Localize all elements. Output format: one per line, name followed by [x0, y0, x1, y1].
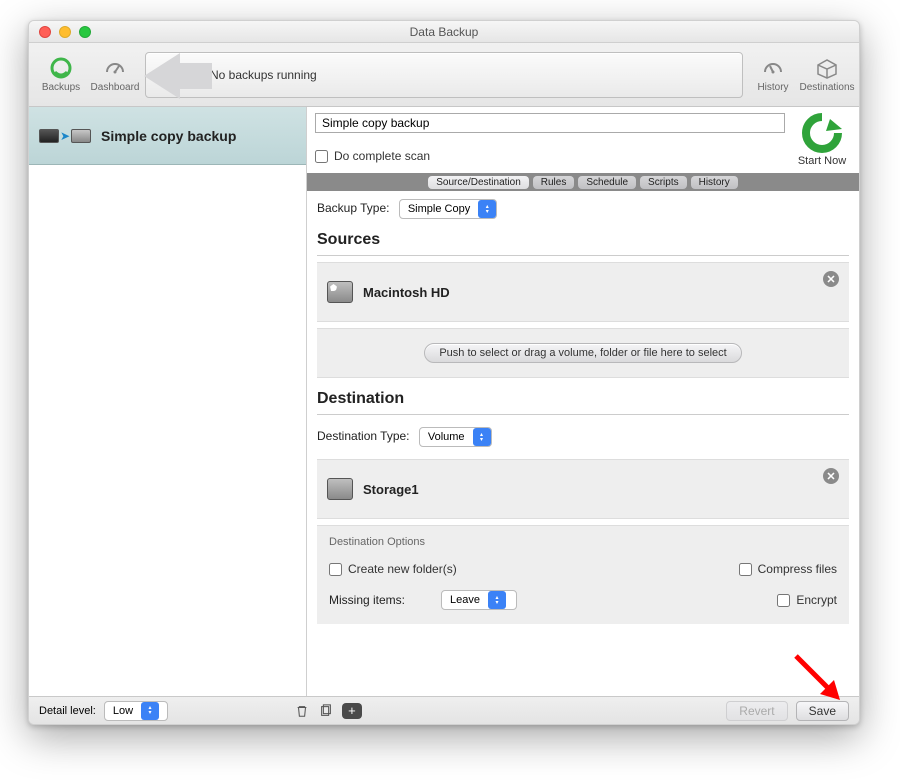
destination-type-select[interactable]: Volume [419, 427, 492, 447]
drive-icon [71, 129, 91, 143]
destination-type-label: Destination Type: [317, 429, 410, 443]
divider [317, 255, 849, 256]
main-panel: Do complete scan Start Now Source/Destin… [307, 107, 859, 696]
destinations-tab-button[interactable]: Destinations [803, 48, 851, 102]
create-folders-row: Create new folder(s) [329, 562, 457, 576]
backups-icon [49, 56, 73, 80]
tab-rules[interactable]: Rules [533, 176, 575, 189]
create-folders-label: Create new folder(s) [348, 562, 457, 576]
hdd-icon [327, 281, 353, 303]
source-destination-panel: Backup Type: Simple Copy Sources Macinto… [307, 191, 859, 696]
destination-options: Destination Options Create new folder(s)… [317, 525, 849, 624]
encrypt-row: Encrypt [777, 593, 837, 607]
duplicate-button[interactable] [318, 703, 334, 719]
copy-icon [319, 704, 333, 718]
destination-type-row: Destination Type: Volume [317, 427, 849, 447]
backup-type-row: Backup Type: Simple Copy [317, 199, 849, 219]
backup-type-value: Simple Copy [408, 203, 470, 215]
complete-scan-row: Do complete scan [315, 149, 785, 163]
gauge-icon [103, 56, 127, 80]
window-title: Data Backup [29, 25, 859, 39]
select-source-button[interactable]: Push to select or drag a volume, folder … [424, 343, 741, 363]
box-icon [815, 56, 839, 80]
compress-row: Compress files [739, 562, 837, 576]
hdd-icon [327, 478, 353, 500]
status-text: No backups running [210, 68, 317, 82]
backup-type-label: Backup Type: [317, 201, 390, 215]
backups-tab-button[interactable]: Backups [37, 48, 85, 102]
main-header: Do complete scan Start Now [307, 107, 859, 173]
trash-icon [295, 704, 309, 718]
plus-icon: + [348, 704, 356, 717]
compress-checkbox[interactable] [739, 563, 752, 576]
delete-button[interactable] [294, 703, 310, 719]
tab-source-destination[interactable]: Source/Destination [428, 176, 529, 189]
tab-scripts[interactable]: Scripts [640, 176, 687, 189]
titlebar: Data Backup [29, 21, 859, 43]
body: ➤ Simple copy backup Do complete scan [29, 107, 859, 696]
sidebar-item-title: Simple copy backup [101, 128, 236, 144]
revert-button[interactable]: Revert [726, 701, 787, 721]
history-tab-button[interactable]: History [749, 48, 797, 102]
detail-level-value: Low [113, 705, 133, 717]
save-button[interactable]: Save [796, 701, 849, 721]
history-label: History [757, 82, 788, 93]
select-stepper-icon [478, 200, 496, 218]
tab-history[interactable]: History [691, 176, 738, 189]
destination-drive-row[interactable]: Storage1 ✕ [317, 459, 849, 519]
destination-heading: Destination [317, 390, 849, 408]
source-drive-label: Macintosh HD [363, 285, 450, 300]
backups-label: Backups [42, 82, 80, 93]
dashboard-label: Dashboard [91, 82, 140, 93]
compress-label: Compress files [758, 562, 837, 576]
history-gauge-icon [761, 56, 785, 80]
detail-level-label: Detail level: [39, 705, 96, 717]
missing-items-value: Leave [450, 594, 480, 606]
start-now-label: Start Now [798, 155, 846, 167]
dashboard-tab-button[interactable]: Dashboard [91, 48, 139, 102]
create-folders-checkbox[interactable] [329, 563, 342, 576]
missing-items-label: Missing items: [329, 593, 405, 607]
app-window: Data Backup Backups Dashboard No backups… [28, 20, 860, 725]
remove-destination-button[interactable]: ✕ [823, 468, 839, 484]
complete-scan-checkbox[interactable] [315, 150, 328, 163]
encrypt-checkbox[interactable] [777, 594, 790, 607]
backup-name-input[interactable] [315, 113, 785, 133]
drive-icon [39, 129, 59, 143]
add-button[interactable]: + [342, 703, 362, 719]
source-drive-row[interactable]: Macintosh HD ✕ [317, 262, 849, 322]
backup-type-select[interactable]: Simple Copy [399, 199, 497, 219]
tab-schedule[interactable]: Schedule [578, 176, 636, 189]
detail-level-select[interactable]: Low [104, 701, 168, 721]
remove-source-button[interactable]: ✕ [823, 271, 839, 287]
complete-scan-label: Do complete scan [334, 149, 430, 163]
destination-type-value: Volume [428, 431, 465, 443]
divider [317, 414, 849, 415]
status-bar: No backups running [145, 52, 743, 98]
encrypt-label: Encrypt [796, 593, 837, 607]
destination-drive-label: Storage1 [363, 482, 419, 497]
select-stepper-icon [488, 591, 506, 609]
start-now-button[interactable]: Start Now [793, 113, 851, 167]
source-drop-target[interactable]: Push to select or drag a volume, folder … [317, 328, 849, 378]
footer: Detail level: Low + Revert Save [29, 696, 859, 724]
missing-items-select[interactable]: Leave [441, 590, 517, 610]
select-stepper-icon [141, 702, 159, 720]
sidebar-item-drives-icon: ➤ [39, 119, 91, 153]
start-icon [802, 113, 842, 153]
status-arrow-icon [144, 51, 214, 101]
toolbar: Backups Dashboard No backups running His… [29, 43, 859, 107]
arrow-right-icon: ➤ [60, 129, 70, 143]
sources-heading: Sources [317, 231, 849, 249]
tabstrip: Source/Destination Rules Schedule Script… [307, 173, 859, 191]
sidebar-item-backup[interactable]: ➤ Simple copy backup [29, 107, 306, 165]
sidebar: ➤ Simple copy backup [29, 107, 307, 696]
destinations-label: Destinations [799, 82, 854, 93]
destination-options-title: Destination Options [329, 536, 837, 548]
select-stepper-icon [473, 428, 491, 446]
